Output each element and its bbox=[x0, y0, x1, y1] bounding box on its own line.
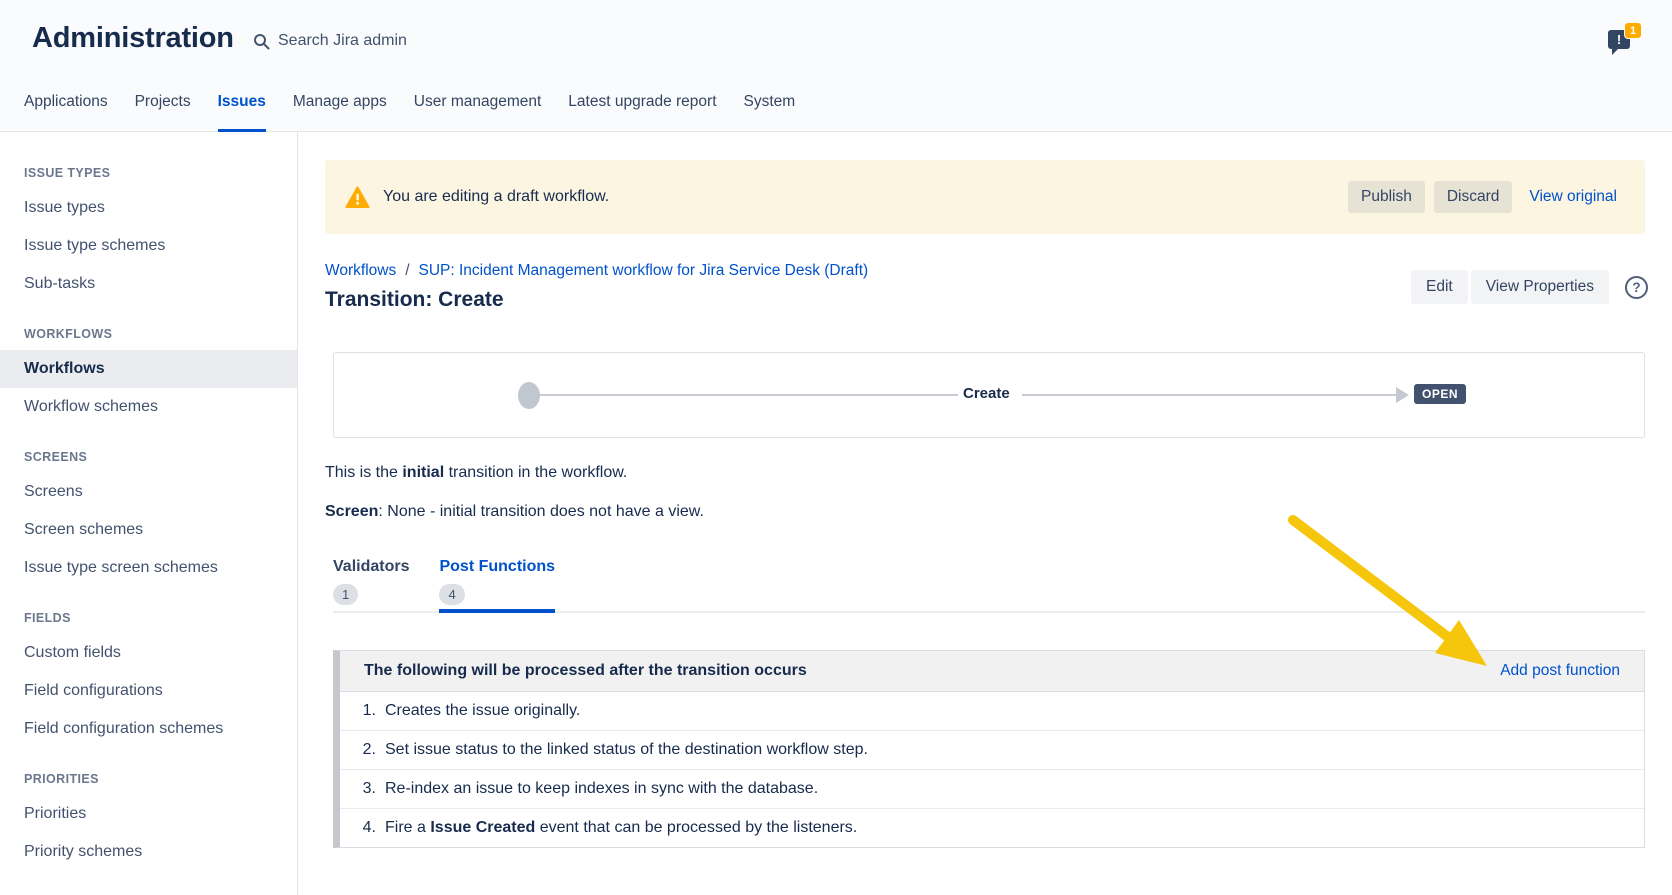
initial-transition-text: This is the initial transition in the wo… bbox=[325, 464, 627, 482]
transition-arrowhead-icon bbox=[1396, 387, 1409, 403]
discard-button[interactable]: Discard bbox=[1434, 181, 1513, 213]
sidebar-item-workflow-schemes[interactable]: Workflow schemes bbox=[0, 388, 297, 426]
help-icon[interactable]: ? bbox=[1625, 276, 1648, 299]
sidebar-heading-screens: SCREENS bbox=[0, 450, 297, 465]
sidebar: ISSUE TYPES Issue types Issue type schem… bbox=[0, 132, 298, 895]
breadcrumb-separator: / bbox=[405, 262, 409, 280]
transition-tabs: Validators 1 Post Functions 4 bbox=[333, 556, 1645, 613]
nav-item-issues[interactable]: Issues bbox=[218, 93, 266, 132]
sidebar-item-issue-type-screen-schemes[interactable]: Issue type screen schemes bbox=[0, 549, 297, 587]
sidebar-item-workflows[interactable]: Workflows bbox=[0, 350, 297, 388]
draft-warning-banner: You are editing a draft workflow. Publis… bbox=[325, 160, 1645, 234]
publish-button[interactable]: Publish bbox=[1348, 181, 1425, 213]
sidebar-item-issue-types[interactable]: Issue types bbox=[0, 189, 297, 227]
search-icon bbox=[253, 33, 270, 50]
transition-line-right bbox=[1022, 394, 1396, 396]
sidebar-item-screens[interactable]: Screens bbox=[0, 473, 297, 511]
breadcrumb-workflow-name-link[interactable]: SUP: Incident Management workflow for Ji… bbox=[419, 262, 869, 280]
transition-label: Create bbox=[963, 385, 1010, 402]
transition-title: Transition: Create bbox=[325, 288, 504, 312]
sidebar-heading-workflows: WORKFLOWS bbox=[0, 327, 297, 342]
sidebar-item-field-configurations[interactable]: Field configurations bbox=[0, 672, 297, 710]
sidebar-item-issue-type-schemes[interactable]: Issue type schemes bbox=[0, 227, 297, 265]
notifications-icon[interactable]: ! 1 bbox=[1606, 22, 1642, 54]
sidebar-item-sub-tasks[interactable]: Sub-tasks bbox=[0, 265, 297, 303]
warning-icon bbox=[345, 186, 370, 209]
title-actions: Edit View Properties ? bbox=[1411, 270, 1648, 304]
workflow-start-node bbox=[518, 382, 540, 409]
screen-info-text: Screen: None - initial transition does n… bbox=[325, 503, 704, 521]
bubble-tail bbox=[1612, 48, 1619, 55]
notification-count-badge: 1 bbox=[1624, 22, 1642, 39]
main-content: You are editing a draft workflow. Publis… bbox=[299, 132, 1672, 895]
post-functions-table-header: The following will be processed after th… bbox=[340, 651, 1644, 692]
post-functions-header-text: The following will be processed after th… bbox=[364, 662, 807, 680]
post-function-row-2: 2. Set issue status to the linked status… bbox=[340, 731, 1644, 770]
breadcrumb: Workflows / SUP: Incident Management wor… bbox=[325, 262, 868, 280]
nav-item-system[interactable]: System bbox=[744, 93, 796, 132]
page-title: Administration bbox=[32, 22, 234, 55]
sidebar-heading-priorities: PRIORITIES bbox=[0, 772, 297, 787]
admin-nav: Applications Projects Issues Manage apps… bbox=[24, 93, 795, 132]
transition-line-left bbox=[540, 394, 958, 396]
nav-item-projects[interactable]: Projects bbox=[135, 93, 191, 132]
post-functions-table: The following will be processed after th… bbox=[333, 650, 1645, 848]
post-function-row-3: 3. Re-index an issue to keep indexes in … bbox=[340, 770, 1644, 809]
nav-item-latest-upgrade-report[interactable]: Latest upgrade report bbox=[568, 93, 716, 132]
sidebar-item-field-configuration-schemes[interactable]: Field configuration schemes bbox=[0, 710, 297, 748]
post-function-row-1: 1. Creates the issue originally. bbox=[340, 692, 1644, 731]
edit-button[interactable]: Edit bbox=[1411, 270, 1468, 304]
breadcrumb-workflows-link[interactable]: Workflows bbox=[325, 262, 396, 280]
draft-banner-message: You are editing a draft workflow. bbox=[383, 188, 609, 206]
sidebar-heading-issue-types: ISSUE TYPES bbox=[0, 166, 297, 181]
validators-count-badge: 1 bbox=[333, 584, 358, 605]
tab-validators[interactable]: Validators 1 bbox=[333, 556, 409, 611]
search-placeholder: Search Jira admin bbox=[278, 32, 407, 50]
post-functions-count-badge: 4 bbox=[439, 584, 464, 605]
tab-post-functions[interactable]: Post Functions 4 bbox=[439, 556, 555, 611]
view-original-link[interactable]: View original bbox=[1529, 188, 1617, 206]
nav-item-manage-apps[interactable]: Manage apps bbox=[293, 93, 387, 132]
sidebar-item-screen-schemes[interactable]: Screen schemes bbox=[0, 511, 297, 549]
sidebar-item-priorities[interactable]: Priorities bbox=[0, 795, 297, 833]
sidebar-heading-fields: FIELDS bbox=[0, 611, 297, 626]
view-properties-button[interactable]: View Properties bbox=[1471, 270, 1609, 304]
sidebar-item-custom-fields[interactable]: Custom fields bbox=[0, 634, 297, 672]
top-header: Administration Search Jira admin ! 1 App… bbox=[0, 0, 1672, 132]
search-input[interactable]: Search Jira admin bbox=[253, 32, 407, 50]
workflow-diagram: Create OPEN bbox=[333, 352, 1645, 438]
nav-item-applications[interactable]: Applications bbox=[24, 93, 108, 132]
sidebar-item-priority-schemes[interactable]: Priority schemes bbox=[0, 833, 297, 871]
post-function-row-4: 4. Fire a Issue Created event that can b… bbox=[340, 809, 1644, 847]
status-badge-open: OPEN bbox=[1414, 384, 1466, 404]
nav-item-user-management[interactable]: User management bbox=[414, 93, 542, 132]
add-post-function-link[interactable]: Add post function bbox=[1500, 662, 1620, 680]
